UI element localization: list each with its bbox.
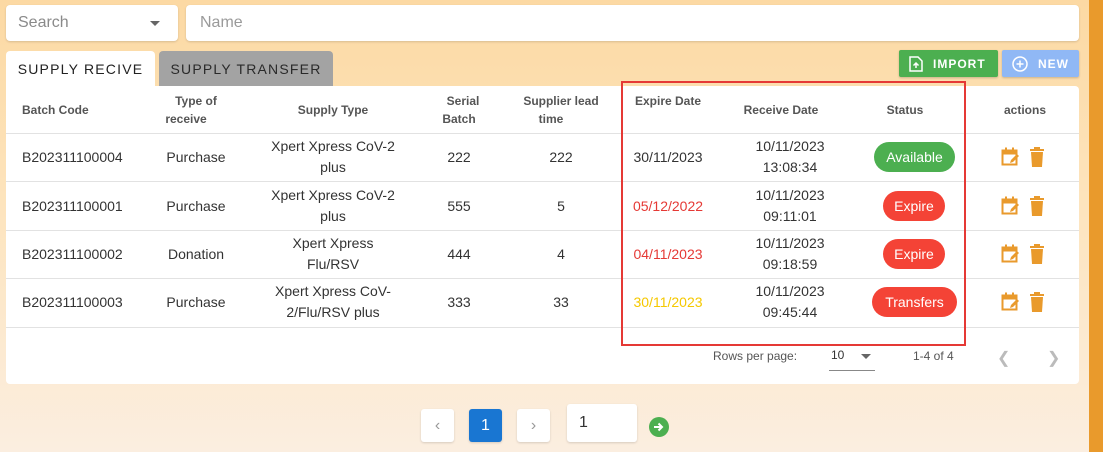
cell-batch-code: B202311100003 (22, 294, 123, 310)
header-supply-type: Supply Type (297, 103, 369, 117)
tab-supply-recive-label: SUPPLY RECIVE (17, 61, 144, 77)
rows-per-page-value: 10 (831, 348, 845, 362)
tab-supply-transfer-label: SUPPLY TRANSFER (170, 60, 322, 77)
cell-lead-time: 222 (549, 149, 573, 165)
chevron-left-icon: ‹ (434, 416, 441, 434)
pagination-next-button[interactable]: › (517, 409, 550, 442)
cell-supply-type-line1: Xpert Xpress CoV- (275, 283, 391, 299)
cell-batch-code: B202311100001 (22, 198, 123, 214)
cell-lead-time: 33 (553, 294, 569, 310)
name-input[interactable] (198, 13, 1062, 33)
cell-supply-type-line2: plus (320, 208, 346, 224)
chevron-down-icon (150, 20, 160, 26)
cell-serial: 555 (447, 198, 471, 214)
cell-lead-time: 4 (557, 246, 565, 262)
new-button[interactable]: NEW (1002, 50, 1079, 77)
go-arrow-icon[interactable] (649, 417, 669, 437)
header-serial-line2: Batch (442, 112, 476, 126)
rows-per-page-label: Rows per page: (713, 349, 798, 363)
cell-lead-time: 5 (557, 198, 565, 214)
cell-serial: 222 (447, 149, 471, 165)
header-lead-line1: Supplier lead (523, 94, 599, 108)
cell-supply-type-line2: plus (320, 159, 346, 175)
edit-calendar-icon[interactable] (1001, 244, 1021, 269)
cell-supply-type: Xpert Xpress CoV-2 plus (258, 185, 408, 227)
edit-calendar-icon[interactable] (1001, 147, 1021, 172)
header-type-line1: Type of (175, 94, 217, 108)
edit-calendar-icon[interactable] (1001, 196, 1021, 221)
cell-supply-type-line2: Flu/RSV (306, 256, 360, 272)
pagination-current-page[interactable]: 1 (469, 409, 502, 442)
goto-page-input[interactable]: 1 (567, 404, 637, 442)
delete-icon[interactable] (1029, 147, 1045, 172)
pagination-range: 1-4 of 4 (913, 349, 954, 363)
delete-icon[interactable] (1029, 196, 1045, 221)
header-serial-line1: Serial (446, 94, 480, 108)
header-actions: actions (1003, 103, 1046, 117)
pagination-prev-button[interactable]: ‹ (421, 409, 454, 442)
header-type-of-receive: Type of receive (146, 92, 246, 128)
cell-type: Purchase (166, 294, 226, 310)
cell-type: Donation (167, 246, 225, 262)
cell-supply-type: Xpert Xpress CoV- 2/Flu/RSV plus (258, 281, 408, 323)
row-actions (1001, 244, 1045, 269)
row-actions (1001, 292, 1045, 317)
cell-supply-type: Xpert Xpress CoV-2 plus (258, 136, 408, 178)
delete-icon[interactable] (1029, 292, 1045, 317)
header-batch-code: Batch Code (22, 103, 89, 117)
row-actions (1001, 147, 1045, 172)
header-supplier-lead-time: Supplier lead time (511, 92, 611, 128)
row-actions (1001, 196, 1045, 221)
header-type-line2: receive (165, 112, 207, 126)
cell-type: Purchase (166, 149, 226, 165)
header-lead-line2: time (538, 112, 564, 126)
current-page-number: 1 (481, 416, 490, 434)
tab-supply-recive[interactable]: SUPPLY RECIVE (6, 51, 155, 87)
cell-batch-code: B202311100004 (22, 149, 123, 165)
name-field-container (186, 5, 1079, 41)
import-button[interactable]: IMPORT (899, 50, 998, 77)
tab-supply-transfer[interactable]: SUPPLY TRANSFER (159, 51, 333, 86)
chevron-down-icon (861, 354, 871, 359)
new-label: NEW (1038, 56, 1069, 71)
cell-serial: 444 (447, 246, 471, 262)
delete-icon[interactable] (1029, 244, 1045, 269)
cell-serial: 333 (447, 294, 471, 310)
prev-page-icon[interactable]: ❮ (997, 348, 1010, 368)
cell-supply-type: Xpert Xpress Flu/RSV (258, 233, 408, 275)
cell-type: Purchase (166, 198, 226, 214)
goto-page-value: 1 (579, 414, 588, 431)
plus-circle-icon (1012, 55, 1028, 72)
search-select[interactable]: Search (6, 5, 178, 41)
header-serial-batch: Serial Batch (429, 92, 489, 128)
highlight-box (621, 81, 966, 346)
cell-supply-type-line1: Xpert Xpress (292, 235, 374, 251)
import-label: IMPORT (933, 56, 986, 71)
edit-calendar-icon[interactable] (1001, 292, 1021, 317)
file-upload-icon (909, 55, 923, 72)
rows-per-page-select[interactable]: 10 (829, 348, 875, 371)
cell-batch-code: B202311100002 (22, 246, 123, 262)
right-edge-bar (1089, 0, 1103, 452)
cell-supply-type-line1: Xpert Xpress CoV-2 (271, 138, 395, 154)
chevron-right-icon: › (530, 416, 537, 434)
next-page-icon[interactable]: ❯ (1047, 348, 1060, 368)
cell-supply-type-line1: Xpert Xpress CoV-2 (271, 187, 395, 203)
search-select-label: Search (18, 14, 69, 31)
cell-supply-type-line2: 2/Flu/RSV plus (286, 304, 380, 320)
